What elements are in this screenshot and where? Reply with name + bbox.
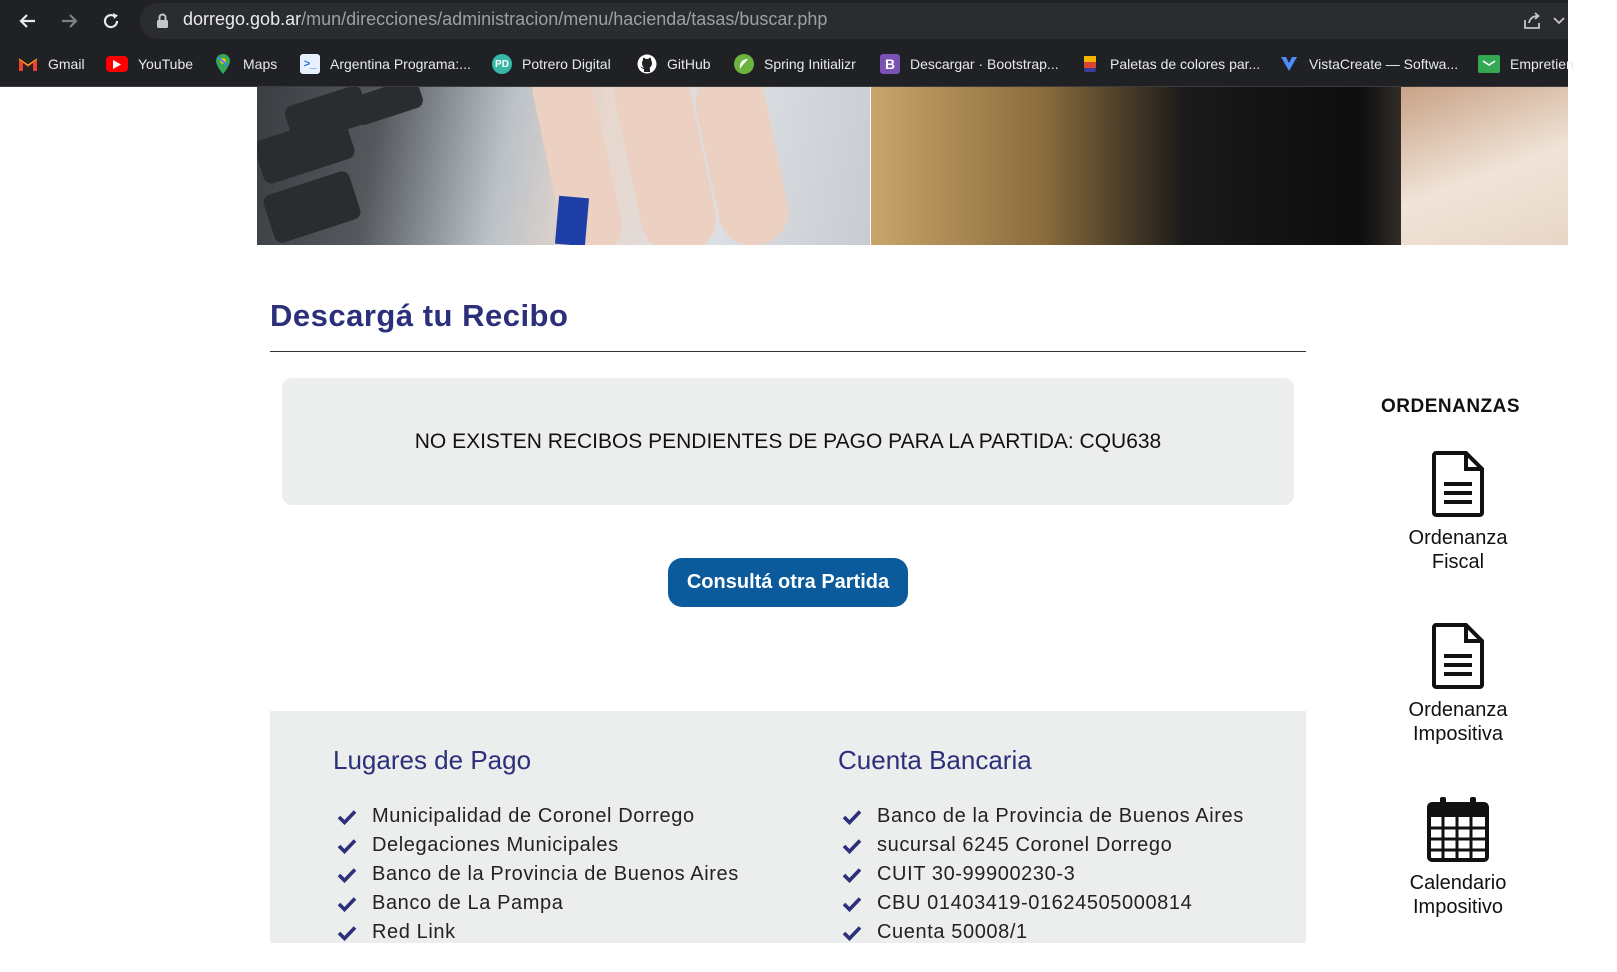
list-item: Banco de la Provincia de Buenos Aires	[337, 860, 739, 889]
list-item: Red Link	[337, 918, 739, 947]
back-button[interactable]	[13, 6, 43, 36]
page-title: Descargá tu Recibo	[270, 298, 569, 333]
alert-box: NO EXISTEN RECIBOS PENDIENTES DE PAGO PA…	[282, 378, 1294, 505]
title-divider	[270, 351, 1306, 352]
terminal-icon: >_	[300, 54, 320, 74]
bookmark-potrero-digital[interactable]: PD Potrero Digital	[492, 52, 611, 76]
bootstrap-icon: B	[880, 54, 900, 74]
payment-places-title: Lugares de Pago	[333, 745, 532, 775]
spring-icon	[734, 54, 754, 74]
list-item-text: sucursal 6245 Coronel Dorrego	[877, 834, 1173, 856]
document-icon	[1432, 623, 1484, 689]
check-icon	[337, 867, 359, 883]
calendar-icon	[1427, 797, 1489, 862]
bookmark-youtube[interactable]: YouTube	[106, 52, 193, 76]
calendario-impositivo-link[interactable]: Calendario Impositivo	[1388, 795, 1528, 919]
github-icon	[637, 54, 657, 74]
ordenanza-impositiva-link[interactable]: Ordenanza Impositiva	[1388, 622, 1528, 746]
folder-icon	[1478, 55, 1500, 73]
list-item: Banco de La Pampa	[337, 889, 739, 918]
bookmark-label: Maps	[243, 56, 278, 72]
back-arrow-icon	[19, 14, 35, 28]
hero-image-document	[871, 87, 1568, 245]
bookmark-vistacreate[interactable]: VistaCreate — Softwa...	[1279, 52, 1458, 76]
bookmark-argentina-programa[interactable]: >_ Argentina Programa:...	[300, 52, 471, 76]
bookmark-label: GitHub	[667, 56, 711, 72]
ordenanzas-title: ORDENANZAS	[1381, 396, 1521, 417]
document-icon	[1432, 451, 1484, 517]
list-item: CUIT 30-99900230-3	[842, 860, 1244, 889]
bank-account-title: Cuenta Bancaria	[838, 745, 1032, 775]
bookmark-github[interactable]: GitHub	[637, 52, 711, 76]
sidebar-item-line1: Calendario	[1409, 872, 1507, 894]
bookmark-label: Empretien	[1510, 56, 1574, 72]
list-item: sucursal 6245 Coronel Dorrego	[842, 831, 1244, 860]
list-item: Banco de la Provincia de Buenos Aires	[842, 802, 1244, 831]
bookmark-label: YouTube	[138, 56, 194, 72]
check-icon	[842, 809, 864, 825]
list-item-text: CUIT 30-99900230-3	[877, 863, 1076, 885]
lock-icon	[157, 13, 168, 28]
check-icon	[337, 809, 359, 825]
alert-message: NO EXISTEN RECIBOS PENDIENTES DE PAGO PA…	[414, 429, 1162, 453]
bookmark-bootstrap[interactable]: B Descargar · Bootstrap...	[880, 52, 1059, 76]
youtube-icon	[106, 56, 128, 72]
list-item-text: Banco de La Pampa	[372, 892, 564, 914]
chevron-down-icon[interactable]	[1553, 17, 1565, 25]
bookmark-label: Spring Initializr	[764, 56, 856, 72]
share-icon[interactable]	[1522, 11, 1542, 31]
reload-icon	[103, 13, 119, 29]
reload-button[interactable]	[96, 6, 126, 36]
payment-places-list: Municipalidad de Coronel Dorrego Delegac…	[337, 802, 739, 947]
bookmark-empretien[interactable]: Empretien	[1478, 52, 1574, 76]
bookmark-label: Descargar · Bootstrap...	[910, 56, 1059, 72]
forward-button[interactable]	[54, 6, 84, 36]
list-item: Cuenta 50008/1	[842, 918, 1244, 947]
maps-icon	[213, 54, 233, 74]
list-item-text: Banco de la Provincia de Buenos Aires	[877, 805, 1244, 827]
sidebar-item-line1: Ordenanza	[1408, 699, 1508, 721]
pd-icon: PD	[492, 54, 512, 74]
bookmark-gmail[interactable]: Gmail	[18, 52, 85, 76]
bank-account-list: Banco de la Provincia de Buenos Aires su…	[842, 802, 1244, 947]
sidebar-item-line1: Ordenanza	[1408, 527, 1508, 549]
check-icon	[337, 838, 359, 854]
forward-arrow-icon	[62, 14, 78, 28]
bookmark-spring-initializr[interactable]: Spring Initializr	[734, 52, 856, 76]
sidebar-item-line2: Impositiva	[1412, 723, 1504, 745]
bookmark-paletas[interactable]: Paletas de colores par...	[1080, 52, 1260, 76]
check-icon	[842, 867, 864, 883]
hero-image-calculator	[257, 87, 870, 245]
consult-another-partida-button[interactable]: Consultá otra Partida	[668, 558, 908, 607]
list-item-text: CBU 01403419-01624505000814	[877, 892, 1193, 914]
sidebar-item-line2: Impositivo	[1412, 896, 1504, 918]
bookmark-label: Gmail	[48, 56, 85, 72]
bookmark-label: Potrero Digital	[522, 56, 611, 72]
bookmark-label: Paletas de colores par...	[1110, 56, 1261, 72]
list-item: CBU 01403419-01624505000814	[842, 889, 1244, 918]
bookmark-maps[interactable]: Maps	[213, 52, 277, 76]
url-text[interactable]: dorrego.gob.ar/mun/direcciones/administr…	[183, 9, 827, 30]
sidebar-item-line2: Fiscal	[1431, 551, 1485, 573]
check-icon	[842, 925, 864, 941]
check-icon	[337, 896, 359, 912]
check-icon	[337, 925, 359, 941]
list-item: Delegaciones Municipales	[337, 831, 739, 860]
list-item-text: Municipalidad de Coronel Dorrego	[372, 805, 695, 827]
list-item-text: Red Link	[372, 921, 456, 943]
bookmarks-bar: Gmail YouTube Maps >_ Argentina Programa…	[0, 42, 1574, 87]
bookmark-label: VistaCreate — Softwa...	[1309, 56, 1459, 72]
list-item-text: Banco de la Provincia de Buenos Aires	[372, 863, 739, 885]
ordenanza-fiscal-link[interactable]: Ordenanza Fiscal	[1388, 450, 1528, 574]
bookmark-label: Argentina Programa:...	[330, 56, 471, 72]
list-item-text: Delegaciones Municipales	[372, 834, 619, 856]
vistacreate-icon	[1279, 54, 1299, 74]
palette-icon	[1080, 54, 1100, 74]
check-icon	[842, 838, 864, 854]
browser-toolbar: dorrego.gob.ar/mun/direcciones/administr…	[0, 0, 1568, 42]
gmail-icon	[18, 54, 38, 74]
list-item: Municipalidad de Coronel Dorrego	[337, 802, 739, 831]
check-icon	[842, 896, 864, 912]
list-item-text: Cuenta 50008/1	[877, 921, 1028, 943]
